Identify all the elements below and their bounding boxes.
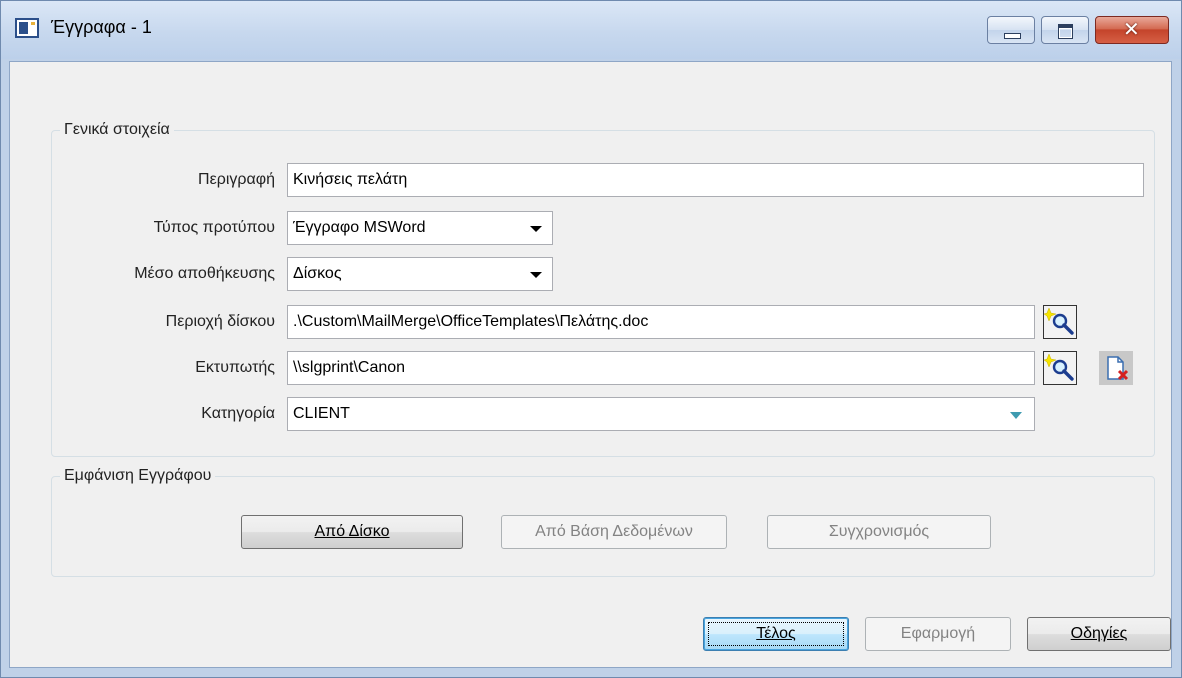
content-panel: Γενικά στοιχεία Περιγραφή Κινήσεις πελάτ…: [15, 71, 1155, 577]
synchronize-button[interactable]: Συγχρονισμός: [767, 515, 991, 549]
from-disk-button[interactable]: Από Δίσκο: [241, 515, 463, 549]
printer-clear-button[interactable]: [1099, 351, 1133, 385]
category-label: Κατηγορία: [201, 405, 275, 422]
minimize-button[interactable]: [987, 16, 1035, 44]
focus-rectangle: [708, 622, 844, 646]
storage-select[interactable]: Δίσκος: [287, 257, 553, 291]
apply-label: Εφαρμογή: [900, 625, 976, 642]
description-label: Περιγραφή: [198, 171, 275, 188]
minimize-icon: [1004, 33, 1021, 39]
finish-button[interactable]: Τέλος: [703, 617, 849, 651]
maximize-button[interactable]: [1041, 16, 1089, 44]
chevron-down-icon[interactable]: [1010, 412, 1022, 419]
magnifier-sparkle-icon: [1043, 307, 1074, 335]
maximize-icon: [1058, 24, 1073, 39]
storage-value: Δίσκος: [293, 265, 342, 282]
category-select[interactable]: CLIENT: [287, 397, 1035, 431]
from-database-button[interactable]: Από Βάση Δεδομένων: [501, 515, 727, 549]
disk-path-field[interactable]: .\Custom\MailMerge\OfficeTemplates\Πελάτ…: [287, 305, 1035, 339]
document-delete-icon: [1107, 356, 1129, 381]
chevron-down-icon[interactable]: [530, 226, 542, 232]
app-window: Έγγραφα - 1 ✕ Γενικά στοιχεία Περιγραφή …: [0, 0, 1182, 678]
help-label: Οδηγίες: [1070, 625, 1128, 642]
help-button[interactable]: Οδηγίες: [1027, 617, 1171, 651]
category-value: CLIENT: [293, 405, 350, 422]
template-type-select[interactable]: Έγγραφο MSWord: [287, 211, 553, 245]
printer-field[interactable]: \\slgprint\Canon: [287, 351, 1035, 385]
from-database-label: Από Βάση Δεδομένων: [535, 523, 693, 540]
disk-path-label: Περιοχή δίσκου: [165, 313, 275, 330]
title-bar[interactable]: Έγγραφα - 1 ✕: [1, 1, 1181, 59]
close-button[interactable]: ✕: [1095, 16, 1169, 44]
magnifier-sparkle-icon: [1043, 353, 1074, 381]
synchronize-label: Συγχρονισμός: [828, 523, 930, 540]
apply-button[interactable]: Εφαρμογή: [865, 617, 1011, 651]
app-icon[interactable]: [15, 18, 39, 38]
chevron-down-icon[interactable]: [530, 272, 542, 278]
window-title: Έγγραφα - 1: [51, 17, 152, 37]
printer-browse-button[interactable]: [1043, 351, 1077, 385]
general-group-legend: Γενικά στοιχεία: [64, 121, 170, 138]
description-field[interactable]: Κινήσεις πελάτη: [287, 163, 1144, 197]
template-type-label: Τύπος προτύπου: [153, 219, 275, 236]
storage-label: Μέσο αποθήκευσης: [134, 265, 275, 282]
from-disk-label: Από Δίσκο: [314, 523, 390, 540]
display-group-legend: Εμφάνιση Εγγράφου: [64, 467, 212, 484]
disk-path-browse-button[interactable]: [1043, 305, 1077, 339]
template-type-value: Έγγραφο MSWord: [293, 219, 426, 236]
printer-label: Εκτυπωτής: [195, 359, 275, 376]
close-icon: ✕: [1123, 19, 1140, 41]
